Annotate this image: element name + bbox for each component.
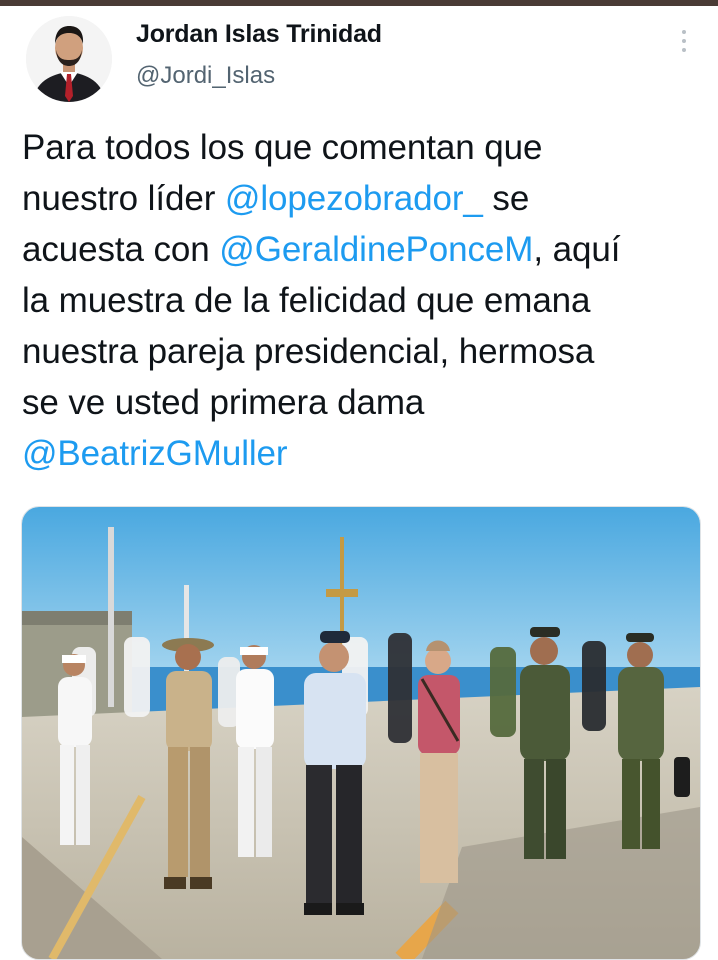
photo-pier-group [22, 507, 700, 959]
mention-link[interactable]: @GeraldinePonceM [219, 230, 533, 269]
tweet-text-segment: acuesta con [22, 230, 220, 269]
dot [682, 30, 686, 34]
tweet-text-line: @BeatrizGMuller [22, 428, 712, 479]
tweet-text-line: la muestra de la felicidad que emana [22, 275, 712, 326]
tweet-text-segment: nuestro líder [22, 179, 225, 218]
tweet-text-line: nuestra pareja presidencial, hermosa [22, 326, 712, 377]
tweet-text-segment: se [482, 179, 530, 218]
tweet-text-line: acuesta con @GeraldinePonceM, aquí [22, 224, 712, 275]
tweet-text: Para todos los que comentan que nuestro l… [22, 122, 712, 479]
tweet-text-line: Para todos los que comentan que [22, 122, 712, 173]
tweet-text-line: nuestro líder @lopezobrador_ se [22, 173, 712, 224]
tweet-text-segment: la muestra de la felicidad que emana [22, 281, 591, 320]
tweet-text-line: se ve usted primera dama [22, 377, 712, 428]
dot [682, 48, 686, 52]
avatar-photo [26, 16, 112, 102]
more-vertical-icon[interactable] [672, 26, 696, 56]
author-display-name[interactable]: Jordan Islas Trinidad [136, 20, 382, 49]
tweet-text-segment: nuestra pareja presidencial, hermosa [22, 332, 595, 371]
tweet-text-segment: , aquí [533, 230, 621, 269]
mention-link[interactable]: @lopezobrador_ [225, 179, 483, 218]
tweet-text-segment: se ve usted primera dama [22, 383, 425, 422]
avatar[interactable] [26, 16, 112, 102]
tweet-card: Jordan Islas Trinidad @Jordi_Islas Para … [0, 6, 718, 960]
dot [682, 39, 686, 43]
tweet-media-image[interactable] [21, 506, 701, 960]
tweet-text-segment: Para todos los que comentan que [22, 128, 543, 167]
author-handle[interactable]: @Jordi_Islas [136, 62, 275, 90]
mention-link[interactable]: @BeatrizGMuller [22, 434, 288, 473]
